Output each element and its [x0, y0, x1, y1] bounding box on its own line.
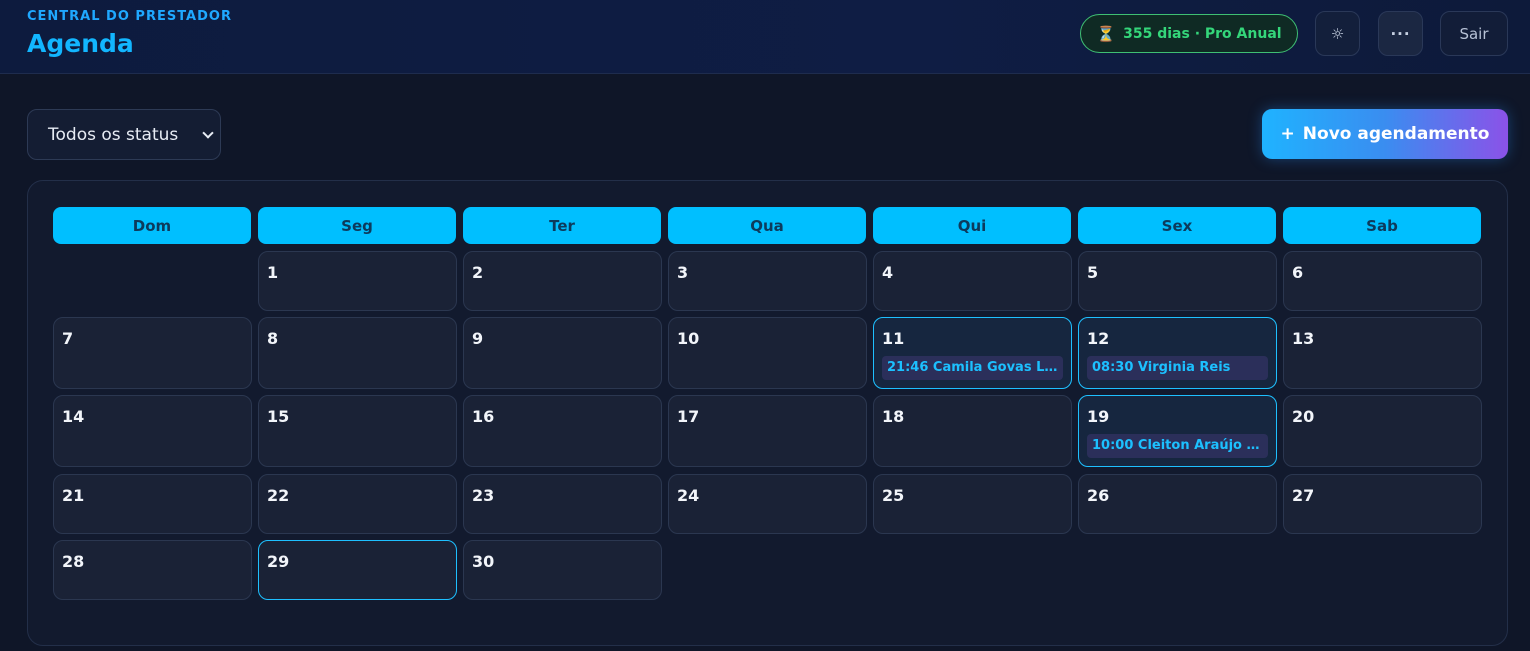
- calendar-day-10[interactable]: 10: [668, 317, 867, 389]
- calendar-day-9[interactable]: 9: [463, 317, 662, 389]
- calendar-day-17[interactable]: 17: [668, 395, 867, 467]
- calendar-day-8[interactable]: 8: [258, 317, 457, 389]
- day-number: 7: [62, 329, 74, 348]
- calendar-day-2[interactable]: 2: [463, 251, 662, 311]
- calendar-day-16[interactable]: 16: [463, 395, 662, 467]
- calendar-day-5[interactable]: 5: [1078, 251, 1277, 311]
- calendar-day-25[interactable]: 25: [873, 474, 1072, 534]
- day-number: 19: [1087, 407, 1110, 426]
- calendar-day-28[interactable]: 28: [53, 540, 252, 600]
- day-number: 14: [62, 407, 85, 426]
- more-options-button[interactable]: ···: [1378, 11, 1423, 56]
- day-number: 13: [1292, 329, 1315, 348]
- new-appointment-label: Novo agendamento: [1302, 124, 1490, 144]
- calendar-day-22[interactable]: 22: [258, 474, 457, 534]
- sun-icon: ☼: [1330, 24, 1345, 43]
- calendar-day-27[interactable]: 27: [1283, 474, 1482, 534]
- calendar-day-6[interactable]: 6: [1283, 251, 1482, 311]
- day-number: 27: [1292, 486, 1315, 505]
- day-number: 6: [1292, 263, 1304, 282]
- day-number: 22: [267, 486, 290, 505]
- calendar-day-24[interactable]: 24: [668, 474, 867, 534]
- weekday-header-sex: Sex: [1078, 207, 1276, 244]
- calendar-day-1[interactable]: 1: [258, 251, 457, 311]
- appointment-chip[interactable]: 21:46 Camila Govas La...: [882, 356, 1063, 380]
- day-number: 23: [472, 486, 495, 505]
- weekday-header-qui: Qui: [873, 207, 1071, 244]
- logout-button[interactable]: Sair: [1440, 11, 1508, 56]
- day-number: 16: [472, 407, 495, 426]
- weekday-header-sab: Sab: [1283, 207, 1481, 244]
- calendar-day-13[interactable]: 13: [1283, 317, 1482, 389]
- calendar-day-29[interactable]: 29: [258, 540, 457, 600]
- day-number: 2: [472, 263, 484, 282]
- day-number: 25: [882, 486, 905, 505]
- page-title: Agenda: [27, 29, 134, 58]
- new-appointment-button[interactable]: + Novo agendamento: [1262, 109, 1508, 159]
- calendar-day-12[interactable]: 12 08:30 Virginia Reis: [1078, 317, 1277, 389]
- plan-badge-label: 355 dias · Pro Anual: [1123, 25, 1282, 42]
- day-number: 30: [472, 552, 495, 571]
- day-number: 8: [267, 329, 279, 348]
- appointment-chip[interactable]: 08:30 Virginia Reis: [1087, 356, 1268, 380]
- day-number: 15: [267, 407, 290, 426]
- calendar-day-3[interactable]: 3: [668, 251, 867, 311]
- weekday-header-dom: Dom: [53, 207, 251, 244]
- calendar-day-23[interactable]: 23: [463, 474, 662, 534]
- day-number: 28: [62, 552, 85, 571]
- ellipsis-icon: ···: [1390, 24, 1411, 43]
- brand-subtitle: CENTRAL DO PRESTADOR: [27, 9, 232, 24]
- day-number: 3: [677, 263, 689, 282]
- day-number: 12: [1087, 329, 1110, 348]
- calendar-day-19[interactable]: 19 10:00 Cleiton Araújo Pe...: [1078, 395, 1277, 467]
- day-number: 18: [882, 407, 905, 426]
- day-number: 9: [472, 329, 484, 348]
- plan-status-badge[interactable]: ⏳ 355 dias · Pro Anual: [1080, 14, 1298, 53]
- calendar-day-26[interactable]: 26: [1078, 474, 1277, 534]
- status-filter-value: Todos os status: [48, 124, 179, 145]
- theme-toggle-button[interactable]: ☼: [1315, 11, 1360, 56]
- day-number: 20: [1292, 407, 1315, 426]
- day-number: 1: [267, 263, 279, 282]
- day-number: 11: [882, 329, 905, 348]
- day-number: 29: [267, 552, 290, 571]
- day-number: 26: [1087, 486, 1110, 505]
- top-bar: CENTRAL DO PRESTADOR Agenda ⏳ 355 dias ·…: [0, 0, 1530, 74]
- day-number: 5: [1087, 263, 1099, 282]
- calendar-day-11[interactable]: 11 21:46 Camila Govas La...: [873, 317, 1072, 389]
- calendar-day-7[interactable]: 7: [53, 317, 252, 389]
- day-number: 4: [882, 263, 894, 282]
- hourglass-icon: ⏳: [1096, 24, 1116, 43]
- calendar-day-20[interactable]: 20: [1283, 395, 1482, 467]
- chevron-down-icon: [202, 127, 214, 139]
- day-number: 24: [677, 486, 700, 505]
- day-number: 10: [677, 329, 700, 348]
- appointment-chip[interactable]: 10:00 Cleiton Araújo Pe...: [1087, 434, 1268, 458]
- weekday-header-ter: Ter: [463, 207, 661, 244]
- calendar-day-30[interactable]: 30: [463, 540, 662, 600]
- calendar-day-4[interactable]: 4: [873, 251, 1072, 311]
- weekday-header-seg: Seg: [258, 207, 456, 244]
- weekday-header-qua: Qua: [668, 207, 866, 244]
- calendar-day-15[interactable]: 15: [258, 395, 457, 467]
- calendar-day-18[interactable]: 18: [873, 395, 1072, 467]
- status-filter-select[interactable]: Todos os status: [27, 109, 221, 160]
- plus-icon: +: [1280, 124, 1295, 144]
- calendar-day-14[interactable]: 14: [53, 395, 252, 467]
- calendar-day-21[interactable]: 21: [53, 474, 252, 534]
- day-number: 17: [677, 407, 700, 426]
- day-number: 21: [62, 486, 85, 505]
